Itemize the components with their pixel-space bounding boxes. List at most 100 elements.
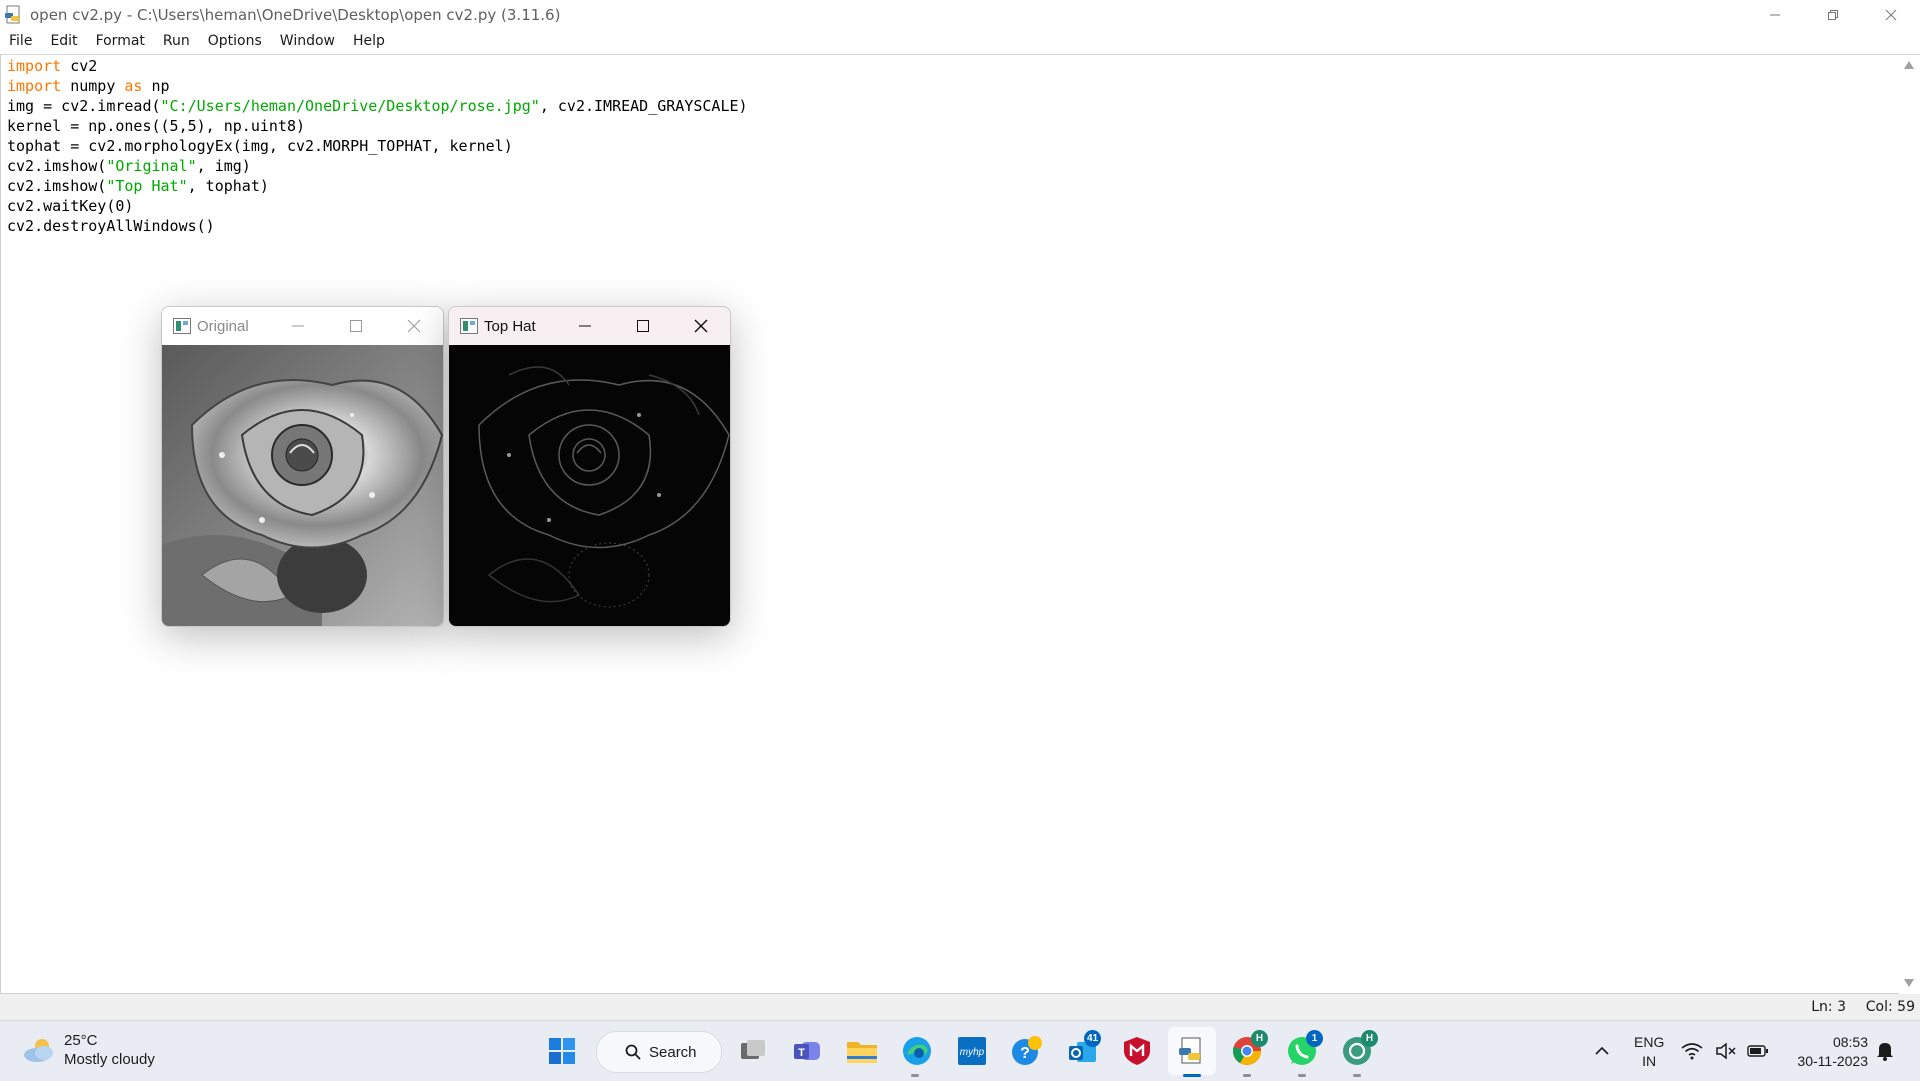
code-line[interactable]: cv2.waitKey(0) bbox=[7, 196, 748, 216]
code-text[interactable]: import cv2 import numpy as np img = cv2.im… bbox=[7, 56, 748, 236]
clock-date: 30-11-2023 bbox=[1797, 1053, 1868, 1069]
code-line[interactable]: img = cv2.imread("C:/Users/heman/OneDriv… bbox=[7, 96, 748, 116]
opencv-minimize-button[interactable] bbox=[556, 307, 614, 345]
code-token: tophat = cv2.morphologyEx(img, cv2.MORPH… bbox=[7, 137, 513, 155]
python-idle-icon bbox=[1179, 1037, 1201, 1064]
opencv-window-tophat[interactable]: Top Hat bbox=[448, 306, 731, 627]
minimize-icon bbox=[292, 325, 304, 327]
mcafee-app[interactable] bbox=[1119, 1033, 1155, 1069]
svg-text:?: ? bbox=[1020, 1045, 1030, 1062]
status-line: Ln: 3 bbox=[1811, 999, 1846, 1015]
opencv-close-button[interactable] bbox=[672, 307, 730, 345]
notifications-button[interactable] bbox=[1870, 1033, 1900, 1069]
svg-text:T: T bbox=[798, 1047, 805, 1059]
menu-edit[interactable]: Edit bbox=[41, 29, 86, 54]
volume-status[interactable] bbox=[1712, 1033, 1740, 1069]
maximize-icon bbox=[350, 320, 362, 332]
get-help-app[interactable]: ? bbox=[1009, 1033, 1045, 1069]
code-token: img = cv2.imread( bbox=[7, 97, 161, 115]
task-view-icon bbox=[741, 1040, 765, 1059]
menu-file[interactable]: File bbox=[0, 29, 41, 54]
restore-button[interactable] bbox=[1804, 0, 1862, 29]
menu-run[interactable]: Run bbox=[154, 29, 199, 54]
scroll-down-icon[interactable] bbox=[1904, 979, 1914, 987]
python-file-icon bbox=[5, 5, 20, 23]
menu-options[interactable]: Options bbox=[199, 29, 271, 54]
opencv-window-original[interactable]: Original bbox=[161, 306, 444, 627]
teams-app[interactable]: T bbox=[789, 1033, 825, 1069]
wifi-status[interactable] bbox=[1678, 1033, 1706, 1069]
code-token: , img) bbox=[196, 157, 251, 175]
opencv-maximize-button[interactable] bbox=[614, 307, 672, 345]
clock-time: 08:53 bbox=[1832, 1034, 1868, 1050]
code-token: cv2.destroyAllWindows() bbox=[7, 217, 215, 235]
chrome-profile-badge: H bbox=[1251, 1030, 1268, 1047]
battery-icon bbox=[1747, 1045, 1768, 1057]
taskbar-search[interactable]: Search bbox=[596, 1031, 722, 1073]
cloudy-weather-icon bbox=[24, 1039, 53, 1062]
minimize-button[interactable] bbox=[1746, 0, 1804, 29]
code-token: cv2.imshow( bbox=[7, 157, 107, 175]
windows-start-icon bbox=[549, 1038, 575, 1064]
code-token: cv2 bbox=[61, 57, 98, 75]
opencv-maximize-button[interactable] bbox=[327, 307, 385, 345]
close-icon bbox=[407, 319, 421, 333]
scroll-up-icon[interactable] bbox=[1904, 61, 1914, 69]
close-button[interactable] bbox=[1862, 0, 1920, 29]
show-hidden-icons-button[interactable] bbox=[1584, 1033, 1620, 1069]
status-column: Col: 59 bbox=[1865, 999, 1915, 1015]
search-icon bbox=[625, 1044, 641, 1060]
wifi-icon bbox=[1681, 1043, 1703, 1060]
whatsapp-running-indicator bbox=[1298, 1074, 1306, 1077]
opencv-titlebar[interactable]: Original bbox=[162, 307, 443, 345]
code-line[interactable]: import cv2 bbox=[7, 56, 748, 76]
code-token: as bbox=[124, 77, 143, 95]
idle-active-indicator bbox=[1183, 1074, 1201, 1077]
weather-widget[interactable]: 25°C Mostly cloudy bbox=[22, 1031, 155, 1069]
code-token: cv2.imshow( bbox=[7, 177, 107, 195]
teams-icon: T bbox=[794, 1042, 820, 1060]
menu-help[interactable]: Help bbox=[344, 29, 394, 54]
idle-app[interactable] bbox=[1174, 1033, 1210, 1069]
opencv-minimize-button[interactable] bbox=[269, 307, 327, 345]
code-token: numpy bbox=[61, 77, 125, 95]
code-line[interactable]: cv2.imshow("Original", img) bbox=[7, 156, 748, 176]
code-line[interactable]: tophat = cv2.morphologyEx(img, cv2.MORPH… bbox=[7, 136, 748, 156]
language-indicator[interactable]: ENG IN bbox=[1634, 1033, 1664, 1071]
code-token: , tophat) bbox=[187, 177, 269, 195]
myhp-icon: myhp bbox=[958, 1037, 986, 1065]
menu-bar: File Edit Format Run Options Window Help bbox=[0, 29, 1920, 55]
code-token: import bbox=[7, 57, 62, 75]
whatsapp-badge: 1 bbox=[1306, 1030, 1323, 1047]
bell-icon bbox=[1877, 1043, 1893, 1061]
code-line[interactable]: cv2.destroyAllWindows() bbox=[7, 216, 748, 236]
opencv-window-title: Top Hat bbox=[484, 317, 536, 335]
myhp-app[interactable]: myhp bbox=[954, 1033, 990, 1069]
opencv-window-icon bbox=[173, 318, 191, 334]
code-token: "Top Hat" bbox=[106, 177, 188, 195]
edge-app[interactable] bbox=[899, 1033, 935, 1069]
chrome-running-indicator bbox=[1243, 1074, 1251, 1077]
vertical-scrollbar[interactable] bbox=[1898, 55, 1920, 993]
menu-window[interactable]: Window bbox=[271, 29, 344, 54]
code-token: np bbox=[142, 77, 170, 95]
start-button[interactable] bbox=[544, 1033, 580, 1069]
file-explorer-app[interactable] bbox=[844, 1033, 880, 1069]
task-view-button[interactable] bbox=[735, 1033, 771, 1069]
menu-format[interactable]: Format bbox=[87, 29, 154, 54]
code-line[interactable]: import numpy as np bbox=[7, 76, 748, 96]
svg-text:myhp: myhp bbox=[960, 1047, 985, 1058]
volume-muted-icon bbox=[1716, 1042, 1736, 1060]
code-line[interactable]: kernel = np.ones((5,5), np.uint8) bbox=[7, 116, 748, 136]
battery-status[interactable] bbox=[1744, 1033, 1772, 1069]
edge-icon bbox=[903, 1037, 931, 1065]
chatgpt-profile-badge: H bbox=[1361, 1030, 1378, 1047]
opencv-close-button[interactable] bbox=[385, 307, 443, 345]
code-line[interactable]: cv2.imshow("Top Hat", tophat) bbox=[7, 176, 748, 196]
clock[interactable]: 08:53 30-11-2023 bbox=[1787, 1033, 1868, 1071]
language-code: ENG bbox=[1634, 1034, 1665, 1050]
close-icon bbox=[694, 319, 708, 333]
opencv-window-title: Original bbox=[197, 317, 249, 335]
opencv-titlebar[interactable]: Top Hat bbox=[449, 307, 730, 345]
code-token: cv2.waitKey(0) bbox=[7, 197, 134, 215]
